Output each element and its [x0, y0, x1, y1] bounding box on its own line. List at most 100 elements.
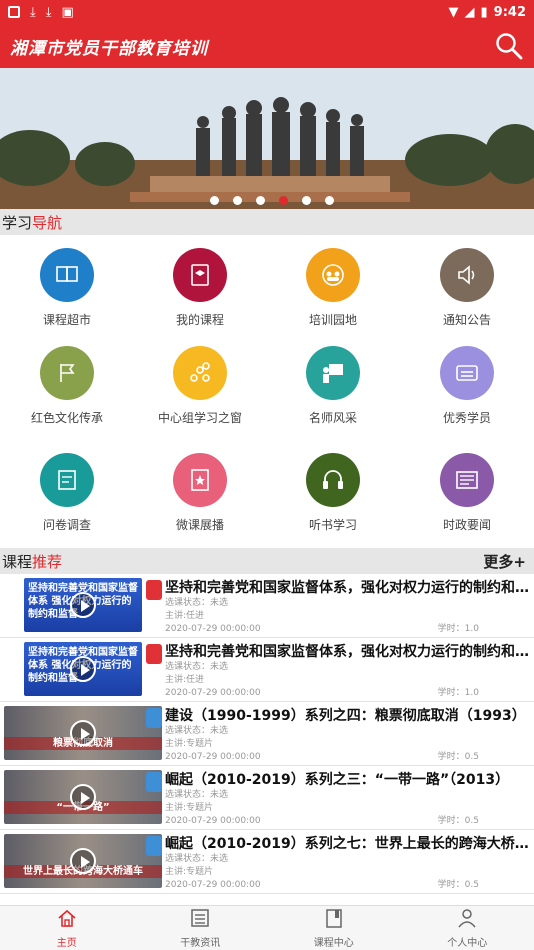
carousel-dot[interactable] — [210, 196, 219, 205]
nav-grid: 课程超市 我的课程 培训园地 通知公告红色文化传承 中心组学习之窗 名师风采 优秀学员问卷调… — [0, 238, 534, 546]
nav-item-label: 通知公告 — [442, 313, 491, 327]
course-meta-row: 2020-07-29 00:00:00 学时：1.0 — [165, 687, 529, 700]
course-status: 选课状态：未选 — [165, 726, 229, 736]
play-icon[interactable] — [70, 592, 96, 618]
nav-item[interactable]: 培训园地 — [266, 248, 400, 328]
play-icon[interactable] — [70, 848, 96, 874]
course-status: 选课状态：未选 — [165, 598, 229, 608]
carousel-dot[interactable] — [233, 196, 242, 205]
nav-item-label: 课程超市 — [42, 313, 91, 327]
search-icon[interactable] — [494, 31, 524, 61]
course-badge-icon — [146, 836, 162, 856]
banner-image — [0, 68, 534, 209]
nav-item[interactable]: 问卷调查 — [0, 453, 134, 533]
course-status: 选课状态：未选 — [165, 662, 229, 672]
course-info: 坚持和完善党和国家监督体系，强化对权力运行的制约和监督选课状态：未选 主讲:任进 2… — [165, 641, 529, 700]
tab-person[interactable]: 个人中心 — [401, 906, 534, 950]
course-item[interactable]: 粮票彻底取消 建设（1990-1999）系列之四：粮票彻底取消（1993） 选课状态… — [0, 702, 534, 766]
course-thumbnail[interactable]: “一带一路” — [4, 770, 162, 824]
course-date: 2020-07-29 00:00:00 — [165, 688, 261, 698]
course-thumbnail[interactable]: 坚持和完善党和国家监督体系 强化对权力运行的制约和监督 — [24, 642, 142, 696]
course-date: 2020-07-29 00:00:00 — [165, 880, 261, 890]
nav-item[interactable]: 通知公告 — [400, 248, 534, 328]
people-globe-icon — [306, 248, 360, 302]
star-book-icon — [173, 453, 227, 507]
carousel-dot[interactable] — [256, 196, 265, 205]
course-info: 建设（1990-1999）系列之四：粮票彻底取消（1993） 选课状态：未选 主讲:… — [165, 705, 529, 764]
course-lecturer: 主讲:任进 — [165, 675, 205, 685]
banner-carousel[interactable] — [0, 68, 534, 209]
tab-course-center[interactable]: 课程中心 — [267, 906, 401, 950]
nav-item[interactable]: 红色文化传承 — [0, 346, 134, 426]
nav-item-label: 问卷调查 — [42, 518, 91, 532]
bottom-tab-bar: 主页 干教资讯 课程中心 个人中心 — [0, 905, 534, 950]
flag-icon — [40, 346, 94, 400]
course-hours: 学时：1.0 — [437, 624, 479, 634]
carousel-dot[interactable] — [279, 196, 288, 205]
play-icon[interactable] — [70, 784, 96, 810]
speaker-icon — [440, 248, 494, 302]
person-icon — [456, 907, 478, 934]
tab-label: 主页 — [56, 938, 77, 949]
course-item[interactable]: 世界上最长的跨海大桥通车 崛起（2010-2019）系列之七：世界上最长的跨海大桥… — [0, 830, 534, 894]
nav-item[interactable]: 课程超市 — [0, 248, 134, 328]
course-title: 建设（1990-1999）系列之四：粮票彻底取消（1993） — [165, 708, 526, 724]
course-title: 崛起（2010-2019）系列之七：世界上最长的跨海大桥通车（2018） — [165, 836, 529, 852]
nav-item[interactable]: 听书学习 — [266, 453, 400, 533]
course-book-icon — [173, 248, 227, 302]
nav-item[interactable]: 微课展播 — [133, 453, 267, 533]
book-icon — [40, 248, 94, 302]
course-status: 选课状态：未选 — [165, 854, 229, 864]
carousel-indicator — [0, 196, 534, 205]
network-icon — [173, 346, 227, 400]
course-thumbnail[interactable]: 世界上最长的跨海大桥通车 — [4, 834, 162, 888]
play-icon[interactable] — [70, 656, 96, 682]
course-meta-row: 2020-07-29 00:00:00 学时：0.5 — [165, 879, 529, 892]
carousel-dot[interactable] — [302, 196, 311, 205]
course-status: 选课状态：未选 — [165, 790, 229, 800]
questionnaire-icon — [40, 453, 94, 507]
course-title: 坚持和完善党和国家监督体系，强化对权力运行的制约和监督 — [165, 644, 529, 660]
course-date: 2020-07-29 00:00:00 — [165, 624, 261, 634]
tab-news-list[interactable]: 干教资讯 — [134, 906, 268, 950]
course-hours: 学时：0.5 — [437, 752, 479, 762]
more-link[interactable]: 更多+ — [483, 551, 532, 572]
course-item[interactable]: 坚持和完善党和国家监督体系 强化对权力运行的制约和监督 坚持和完善党和国家监督体系… — [0, 574, 534, 638]
course-date: 2020-07-29 00:00:00 — [165, 816, 261, 826]
tab-home[interactable]: 主页 — [0, 906, 134, 950]
nav-item[interactable]: 我的课程 — [133, 248, 267, 328]
course-hours: 学时：0.5 — [437, 816, 479, 826]
course-title: 崛起（2010-2019）系列之三：“一带一路”（2013） — [165, 772, 510, 788]
nav-item[interactable]: 时政要闻 — [400, 453, 534, 533]
nav-item[interactable]: 优秀学员 — [400, 346, 534, 426]
download-icon: ⤓ — [45, 4, 52, 20]
app-bar: 湘潭市党员干部教育培训 — [0, 24, 534, 68]
nav-item-label: 中心组学习之窗 — [157, 411, 242, 425]
wifi-icon: ▼ — [448, 4, 459, 20]
course-date: 2020-07-29 00:00:00 — [165, 752, 261, 762]
course-title: 坚持和完善党和国家监督体系，强化对权力运行的制约和监督 — [165, 580, 529, 596]
course-meta-row: 2020-07-29 00:00:00 学时：0.5 — [165, 751, 529, 764]
nav-item-label: 我的课程 — [175, 313, 224, 327]
section-title-highlight: 推荐 — [32, 552, 63, 571]
course-meta-row: 2020-07-29 00:00:00 学时：1.0 — [165, 623, 529, 636]
course-lecturer: 主讲:专题片 — [165, 739, 214, 749]
nav-item[interactable]: 名师风采 — [266, 346, 400, 426]
course-item[interactable]: “一带一路” 崛起（2010-2019）系列之三：“一带一路”（2013） 选课状态… — [0, 766, 534, 830]
nav-item-label: 红色文化传承 — [30, 411, 103, 425]
nav-item-label: 名师风采 — [308, 411, 357, 425]
course-info: 崛起（2010-2019）系列之三：“一带一路”（2013） 选课状态：未选 主讲:… — [165, 769, 529, 828]
course-thumbnail[interactable]: 坚持和完善党和国家监督体系 强化对权力运行的制约和监督 — [24, 578, 142, 632]
play-icon[interactable] — [70, 720, 96, 746]
course-item[interactable]: 坚持和完善党和国家监督体系 强化对权力运行的制约和监督 坚持和完善党和国家监督体系… — [0, 638, 534, 702]
nav-item-label: 时政要闻 — [442, 518, 491, 532]
app-notification-icon: ▣ — [61, 4, 74, 20]
course-center-icon — [323, 907, 345, 934]
carousel-dot[interactable] — [325, 196, 334, 205]
home-icon — [56, 907, 78, 934]
app-title: 湘潭市党员干部教育培训 — [10, 38, 208, 59]
nav-item[interactable]: 中心组学习之窗 — [133, 346, 267, 426]
status-bar: ⤓ ⤓ ▣ ▼ ◢ ▮ 9:42 — [0, 0, 534, 24]
tab-label: 课程中心 — [313, 938, 354, 949]
course-thumbnail[interactable]: 粮票彻底取消 — [4, 706, 162, 760]
